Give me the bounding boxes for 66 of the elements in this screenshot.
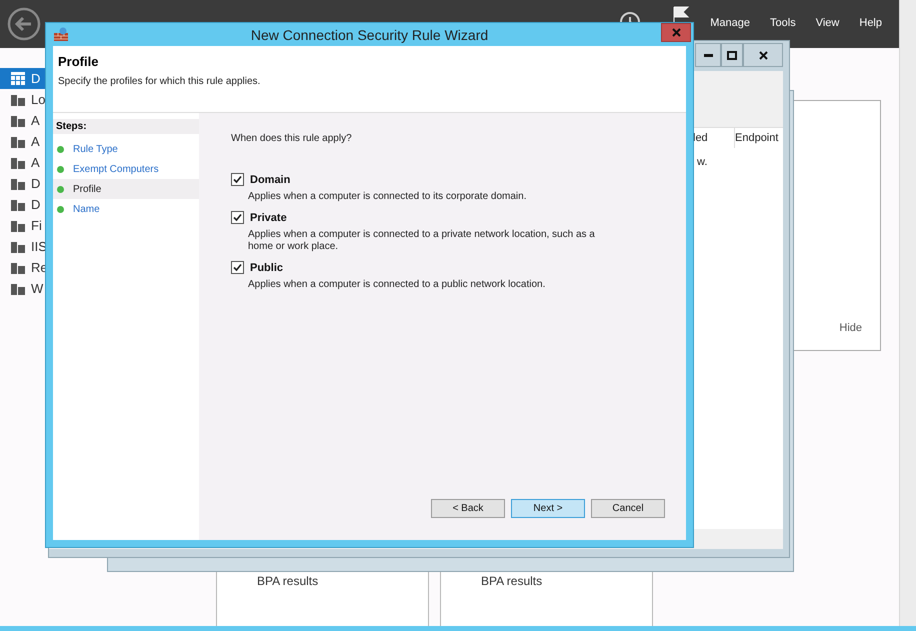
firewall-icon xyxy=(54,27,68,41)
option-description: Applies when a computer is connected to a public network location. xyxy=(248,279,546,291)
option-label: Domain xyxy=(250,174,290,186)
empty-message: w. xyxy=(697,156,708,168)
server-icon xyxy=(11,177,25,190)
checkmark-icon xyxy=(233,175,242,184)
menu-item[interactable]: View xyxy=(806,17,850,29)
close-icon xyxy=(672,28,680,37)
status-dot-icon xyxy=(57,146,64,152)
sidebar-item[interactable]: A xyxy=(0,110,50,131)
step-item[interactable]: Name xyxy=(53,199,199,219)
wizard-button[interactable]: Cancel xyxy=(591,499,665,518)
checkmark-icon xyxy=(233,263,242,272)
sidebar-item[interactable]: A xyxy=(0,131,50,152)
checkbox[interactable] xyxy=(231,173,244,186)
page-title: Profile xyxy=(58,54,100,69)
sidebar-item[interactable]: A xyxy=(0,152,50,173)
server-icon xyxy=(11,282,25,295)
sidebar-item[interactable]: Lo xyxy=(0,89,50,110)
minimize-button[interactable] xyxy=(695,43,721,67)
window-title: New Connection Security Rule Wizard xyxy=(250,26,490,45)
step-item[interactable]: Profile xyxy=(53,179,199,199)
option-label: Public xyxy=(250,262,284,274)
maximize-button[interactable] xyxy=(721,43,743,67)
menu-item[interactable]: Tools xyxy=(760,17,806,29)
status-dot-icon xyxy=(57,186,64,192)
hide-link[interactable]: Hide xyxy=(839,322,862,334)
server-icon xyxy=(11,240,25,253)
sidebar-item[interactable]: D xyxy=(0,173,50,194)
sidebar-item[interactable]: Fi xyxy=(0,215,50,236)
close-icon xyxy=(758,50,768,60)
page-subtitle: Specify the profiles for which this rule applies. xyxy=(58,76,262,87)
tile-label: BPA results xyxy=(481,574,542,588)
scrollbar[interactable] xyxy=(899,0,916,626)
wizard-button[interactable]: < Back xyxy=(431,499,505,518)
steps-heading: Steps: xyxy=(53,119,199,134)
close-button[interactable] xyxy=(743,43,783,67)
minimize-icon xyxy=(704,54,712,56)
option-label: Private xyxy=(250,212,287,224)
question-text: When does this rule apply? xyxy=(231,133,353,144)
wizard-button[interactable]: Next > xyxy=(511,499,585,518)
option-description: Applies when a computer is connected to its corporate domain. xyxy=(248,191,528,203)
server-icon xyxy=(11,198,25,211)
step-item[interactable]: Rule Type xyxy=(53,139,199,159)
status-dot-icon xyxy=(57,206,64,212)
server-icon xyxy=(11,135,25,148)
sidebar-item[interactable]: W xyxy=(0,278,50,299)
tile-label: BPA results xyxy=(257,574,318,588)
status-dot-icon xyxy=(57,166,64,172)
option-description: Applies when a computer is connected to a private network location, such as a home or work place. xyxy=(248,229,596,253)
server-icon xyxy=(11,114,25,127)
maximize-icon xyxy=(727,50,737,60)
server-icon xyxy=(11,219,25,232)
back-icon[interactable] xyxy=(7,7,41,41)
checkbox[interactable] xyxy=(231,211,244,224)
checkbox[interactable] xyxy=(231,261,244,274)
checkmark-icon xyxy=(233,213,242,222)
grid-icon xyxy=(11,72,25,85)
menu-item[interactable]: Manage xyxy=(700,17,760,29)
server-icon xyxy=(11,156,25,169)
server-icon xyxy=(11,261,25,274)
server-icon xyxy=(11,93,25,106)
flag-icon[interactable] xyxy=(672,6,690,24)
menu-item[interactable]: Help xyxy=(849,17,892,29)
sidebar-item[interactable]: D xyxy=(0,194,50,215)
step-item[interactable]: Exempt Computers xyxy=(53,159,199,179)
